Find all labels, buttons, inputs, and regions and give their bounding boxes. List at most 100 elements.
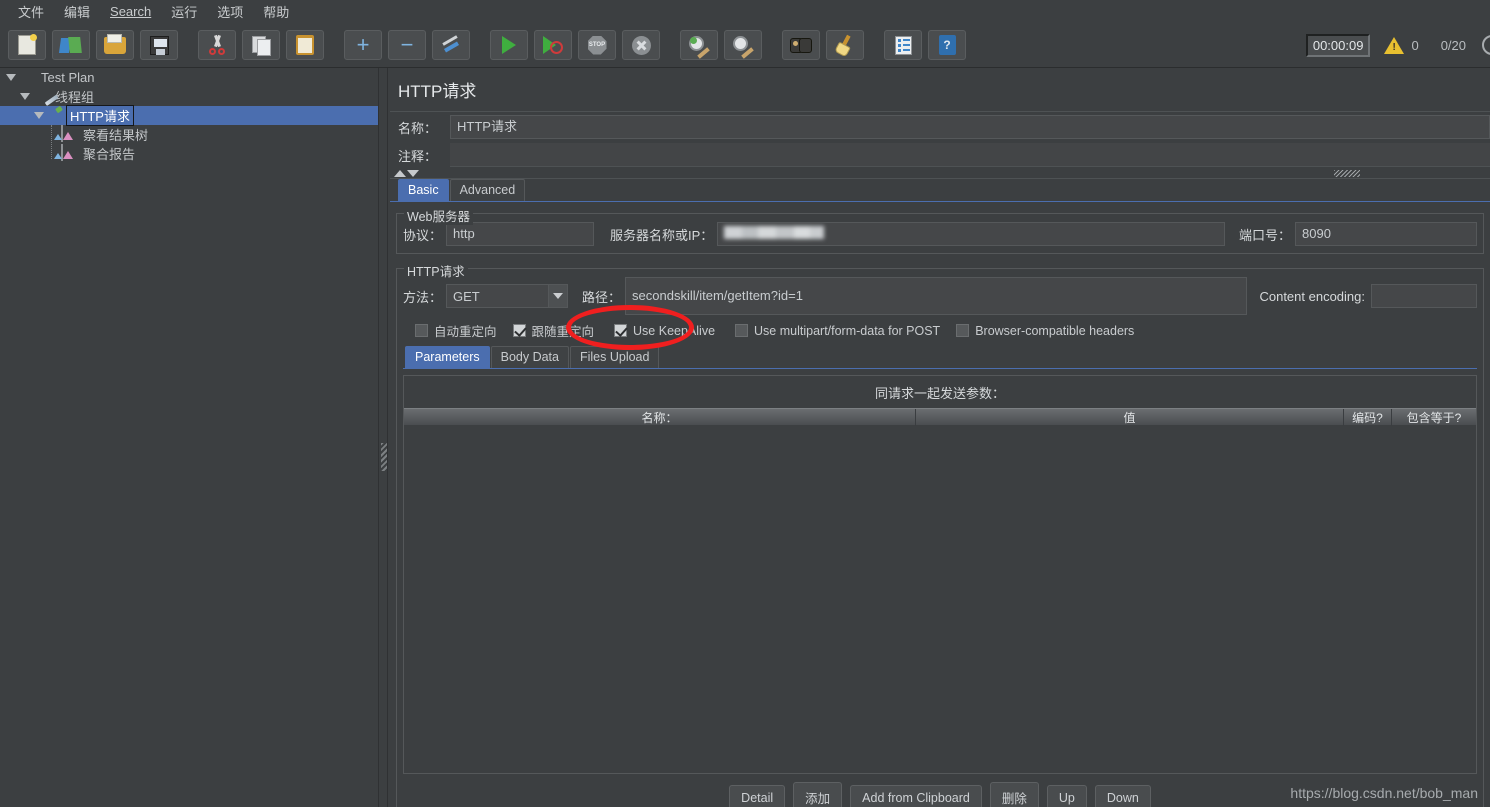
paste-icon: [296, 35, 314, 55]
new-file-button[interactable]: [8, 30, 46, 60]
paste-button[interactable]: [286, 30, 324, 60]
add-button[interactable]: 添加: [793, 782, 843, 807]
content-encoding-input[interactable]: [1371, 284, 1477, 308]
start-no-pauses-icon: [543, 36, 563, 54]
method-path-row: 方法： GET 路径： secondskill/item/getItem?id=…: [403, 277, 1477, 315]
checkbox-box[interactable]: [614, 324, 628, 337]
checkbox-label: Browser-compatible headers: [975, 323, 1135, 338]
stop-button[interactable]: STOP: [578, 30, 616, 60]
expand-all-button[interactable]: +: [344, 30, 382, 60]
collapse-all-button[interactable]: −: [388, 30, 426, 60]
column-header-encode[interactable]: 编码?: [1344, 409, 1392, 426]
menu-options[interactable]: 选项: [207, 0, 253, 23]
down-button[interactable]: Down: [1094, 784, 1151, 807]
open-button[interactable]: [96, 30, 134, 60]
checkbox-box[interactable]: [956, 324, 970, 337]
checkbox-use-multipart[interactable]: Use multipart/form-data for POST: [735, 324, 940, 338]
clear-button[interactable]: [680, 30, 718, 60]
tree-node-label-editor[interactable]: HTTP请求: [66, 105, 134, 126]
http-sampler-icon: [46, 107, 63, 124]
column-header-value[interactable]: 值: [916, 409, 1344, 426]
jmeter-window: 文件 编辑 Search 运行 选项 帮助 + − STOP ? 00:00:0…: [0, 0, 1490, 807]
templates-button[interactable]: [52, 30, 90, 60]
delete-button[interactable]: 删除: [989, 782, 1039, 807]
shutdown-button[interactable]: [622, 30, 660, 60]
server-input[interactable]: [717, 222, 1225, 246]
add-from-clipboard-button[interactable]: Add from Clipboard: [850, 784, 982, 807]
column-header-name[interactable]: 名称：: [404, 409, 916, 426]
cut-button[interactable]: [198, 30, 236, 60]
tree-node-http-request[interactable]: HTTP请求: [0, 105, 378, 126]
checkbox-auto-redirect[interactable]: 自动重定向: [415, 321, 497, 340]
parameters-table-body[interactable]: [404, 425, 1476, 773]
tree-node-test-plan[interactable]: Test Plan: [0, 68, 378, 87]
tab-advanced[interactable]: Advanced: [449, 179, 526, 201]
checkbox-box[interactable]: [415, 324, 428, 337]
server-label: 服务器名称或IP：: [610, 227, 714, 243]
http-request-group-title: HTTP请求: [404, 261, 468, 280]
toggle-button[interactable]: [432, 30, 470, 60]
chevron-down-icon[interactable]: [548, 285, 568, 307]
tab-files-upload[interactable]: Files Upload: [569, 346, 660, 368]
expand-all-icon: +: [356, 32, 370, 57]
tab-parameters[interactable]: Parameters: [405, 346, 490, 368]
name-input[interactable]: HTTP请求: [450, 115, 1490, 139]
path-input[interactable]: secondskill/item/getItem?id=1: [625, 277, 1248, 315]
collapse-up-icon[interactable]: [394, 169, 406, 177]
warning-triangle-icon[interactable]: [1384, 36, 1405, 54]
method-label: 方法：: [403, 289, 443, 305]
tree-node-aggregate-report[interactable]: 聚合报告: [0, 144, 378, 163]
menu-file[interactable]: 文件: [8, 0, 54, 23]
port-input[interactable]: 8090: [1295, 222, 1477, 246]
menu-edit[interactable]: 编辑: [54, 0, 100, 23]
checkbox-label: 自动重定向: [434, 325, 497, 339]
tab-body-data[interactable]: Body Data: [490, 346, 569, 368]
protocol-input[interactable]: http: [446, 222, 595, 246]
reset-search-icon: [835, 35, 855, 55]
column-header-include-equals[interactable]: 包含等于?: [1392, 409, 1476, 426]
splitter-grip[interactable]: [381, 443, 387, 471]
checkbox-follow-redirects[interactable]: 跟随重定向: [512, 321, 594, 340]
method-select-value: GET: [453, 288, 480, 304]
menu-search[interactable]: Search: [100, 2, 161, 21]
start-button[interactable]: [490, 30, 528, 60]
comment-input[interactable]: [450, 143, 1490, 167]
clock-icon: [1482, 35, 1490, 55]
checkbox-box[interactable]: [512, 324, 526, 337]
menu-run[interactable]: 运行: [161, 0, 207, 23]
reset-search-button[interactable]: [826, 30, 864, 60]
tree-node-label: 线程组: [55, 90, 95, 105]
clear-all-button[interactable]: [724, 30, 762, 60]
up-button[interactable]: Up: [1046, 784, 1087, 807]
search-button[interactable]: [782, 30, 820, 60]
copy-icon: [252, 36, 271, 56]
help-button[interactable]: ?: [928, 30, 966, 60]
twisty-icon[interactable]: [32, 112, 46, 119]
checkbox-browser-compatible-headers[interactable]: Browser-compatible headers: [956, 324, 1134, 338]
start-no-pauses-button[interactable]: [534, 30, 572, 60]
method-select[interactable]: GET: [446, 284, 569, 308]
detail-button[interactable]: Detail: [729, 784, 786, 807]
web-server-group-title: Web服务器: [404, 206, 473, 225]
twisty-icon[interactable]: [4, 74, 18, 81]
collapse-bar[interactable]: [390, 168, 1490, 179]
tree-node-label: Test Plan: [41, 70, 95, 85]
copy-button[interactable]: [242, 30, 280, 60]
tree-node-view-results-tree[interactable]: 察看结果树: [0, 125, 378, 144]
save-button[interactable]: [140, 30, 178, 60]
panel-splitter[interactable]: [378, 68, 388, 807]
collapse-grip-icon: [1334, 170, 1360, 177]
collapse-down-icon[interactable]: [407, 169, 419, 177]
tab-basic[interactable]: Basic: [398, 179, 449, 201]
stop-icon: STOP: [587, 35, 607, 55]
function-helper-button[interactable]: [884, 30, 922, 60]
checkbox-box[interactable]: [735, 324, 749, 337]
test-plan-tree[interactable]: Test Plan 线程组 HTTP请求 察看结果树 聚合报告: [0, 68, 378, 807]
checkbox-use-keepalive[interactable]: Use KeepAlive: [614, 324, 715, 338]
twisty-icon[interactable]: [18, 93, 32, 100]
comment-label: 注释：: [398, 148, 438, 164]
menu-help[interactable]: 帮助: [253, 0, 299, 23]
cut-icon: [207, 35, 227, 55]
toolbar-separator-2: [330, 30, 344, 60]
watermark-text: https://blog.csdn.net/bob_man: [1290, 785, 1478, 801]
